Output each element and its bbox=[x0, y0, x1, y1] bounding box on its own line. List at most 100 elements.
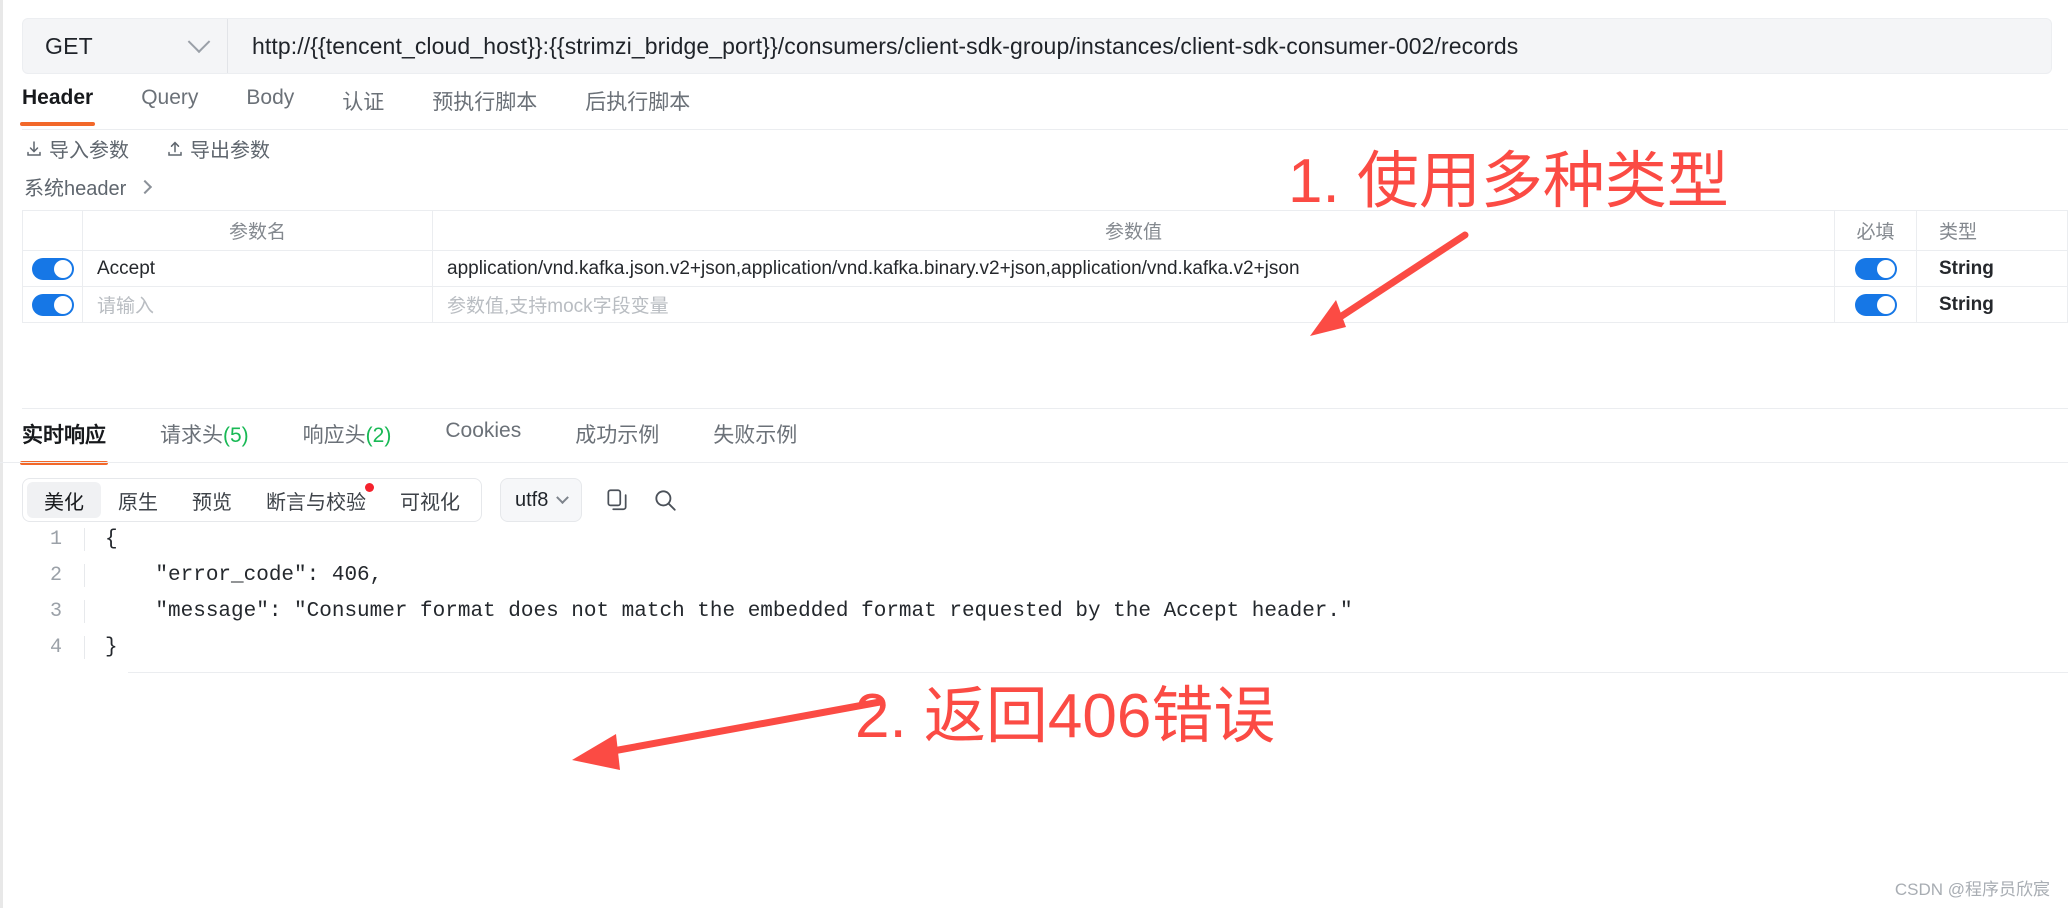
toggle-knob bbox=[1876, 295, 1895, 314]
tab-pre-script[interactable]: 预执行脚本 bbox=[432, 82, 537, 132]
response-headers-count: (2) bbox=[365, 424, 392, 447]
http-method-select[interactable]: GET bbox=[23, 19, 228, 73]
request-headers-count: (5) bbox=[223, 424, 249, 447]
tab-body[interactable]: Body bbox=[246, 82, 294, 126]
watermark-text: CSDN @程序员欣宸 bbox=[1894, 880, 2050, 899]
http-method-label: GET bbox=[45, 32, 93, 59]
param-name-input[interactable]: 请输入 bbox=[83, 287, 433, 322]
toggle-switch-on[interactable] bbox=[31, 293, 74, 316]
copy-icon bbox=[607, 489, 627, 511]
annotation-2-arrow bbox=[572, 698, 884, 770]
tab-live-response-label: 实时响应 bbox=[22, 424, 106, 447]
row-required-toggle[interactable] bbox=[1835, 287, 1917, 322]
param-actions: 导入参数 导出参数 bbox=[24, 134, 306, 163]
annotation-1-text: 1. 使用多种类型 bbox=[1288, 147, 1729, 216]
chevron-down-icon bbox=[187, 30, 211, 54]
response-tab-bar: 实时响应 请求头(5) 响应头(2) Cookies 成功示例 失败示例 bbox=[20, 415, 851, 465]
param-value-input[interactable]: 参数值,支持mock字段变量 bbox=[433, 287, 1835, 322]
param-name-value: Accept bbox=[97, 257, 156, 279]
line-number: 2 bbox=[49, 564, 62, 587]
tab-request-headers[interactable]: 请求头(5) bbox=[160, 415, 249, 465]
notification-dot-icon bbox=[365, 483, 374, 492]
response-body-viewer[interactable]: 1 { 2 "error_code": 406, 3 "message": "C… bbox=[22, 528, 2052, 678]
toggle-knob bbox=[1876, 259, 1895, 278]
line-content: "message": "Consumer format does not mat… bbox=[84, 600, 2052, 623]
tab-query[interactable]: Query bbox=[141, 82, 198, 126]
upload-icon bbox=[168, 141, 182, 156]
response-section-divider bbox=[22, 408, 2068, 409]
param-name-input[interactable]: Accept bbox=[83, 251, 433, 286]
system-header-toggle[interactable]: 系统header bbox=[24, 172, 153, 201]
row-required-toggle[interactable] bbox=[1835, 251, 1917, 286]
view-mode-group: 美化 原生 预览 断言与校验 可视化 bbox=[22, 478, 482, 522]
url-input[interactable]: http://{{tencent_cloud_host}}:{{strimzi_… bbox=[228, 19, 2051, 73]
url-bar: GET http://{{tencent_cloud_host}}:{{stri… bbox=[22, 18, 2052, 74]
view-mode-beautify[interactable]: 美化 bbox=[27, 482, 101, 518]
tab-failure-example[interactable]: 失败示例 bbox=[713, 415, 797, 465]
toggle-switch-on[interactable] bbox=[1854, 257, 1897, 280]
param-value-text: application/vnd.kafka.json.v2+json,appli… bbox=[447, 257, 1300, 279]
line-content: "error_code": 406, bbox=[84, 564, 2052, 587]
table-header-row: 参数名 参数值 必填 类型 bbox=[23, 211, 2067, 251]
request-tab-bar: Header Query Body 认证 预执行脚本 后执行脚本 bbox=[19, 82, 2052, 132]
table-row: Accept application/vnd.kafka.json.v2+jso… bbox=[23, 251, 2067, 287]
line-content: } bbox=[84, 636, 2052, 659]
export-params-label: 导出参数 bbox=[190, 140, 270, 162]
tab-response-headers-label: 响应头 bbox=[302, 424, 366, 447]
download-icon bbox=[27, 140, 41, 156]
line-number: 4 bbox=[49, 636, 62, 659]
search-button[interactable] bbox=[652, 487, 678, 513]
search-icon bbox=[655, 490, 677, 511]
encoding-select[interactable]: utf8 bbox=[500, 478, 583, 522]
toggle-knob bbox=[53, 259, 72, 278]
encoding-value: utf8 bbox=[515, 488, 549, 511]
column-required: 必填 bbox=[1835, 211, 1917, 250]
view-mode-assertion-label: 断言与校验 bbox=[266, 491, 366, 514]
import-params-button[interactable]: 导入参数 bbox=[24, 134, 129, 163]
code-line: 3 "message": "Consumer format does not m… bbox=[22, 600, 2052, 636]
copy-button[interactable] bbox=[604, 487, 630, 513]
chevron-down-icon bbox=[556, 490, 570, 504]
view-mode-assertion[interactable]: 断言与校验 bbox=[249, 482, 383, 518]
view-mode-visualize[interactable]: 可视化 bbox=[383, 482, 477, 518]
tab-cookies[interactable]: Cookies bbox=[445, 415, 521, 459]
chevron-right-icon bbox=[138, 179, 153, 194]
request-tabs-divider bbox=[22, 129, 2068, 130]
table-row: 请输入 参数值,支持mock字段变量 String bbox=[23, 287, 2067, 323]
column-param-name: 参数名 bbox=[83, 211, 433, 250]
param-value-placeholder: 参数值,支持mock字段变量 bbox=[447, 296, 669, 317]
header-param-table: 参数名 参数值 必填 类型 Accept application/vnd.kaf… bbox=[22, 210, 2068, 323]
export-params-button[interactable]: 导出参数 bbox=[165, 134, 270, 163]
row-enable-toggle[interactable] bbox=[23, 287, 83, 322]
toggle-knob bbox=[53, 295, 72, 314]
tab-post-script[interactable]: 后执行脚本 bbox=[585, 82, 690, 132]
param-type-value: String bbox=[1939, 257, 1994, 279]
tab-success-example[interactable]: 成功示例 bbox=[575, 415, 659, 465]
code-line: 2 "error_code": 406, bbox=[22, 564, 2052, 600]
line-number: 3 bbox=[49, 600, 62, 623]
param-name-placeholder: 请输入 bbox=[97, 296, 155, 317]
view-mode-preview[interactable]: 预览 bbox=[175, 482, 249, 518]
line-content: { bbox=[84, 528, 2052, 551]
annotation-2-text: 2. 返回406错误 bbox=[855, 682, 1276, 751]
import-params-label: 导入参数 bbox=[49, 140, 129, 162]
api-client-window: GET http://{{tencent_cloud_host}}:{{stri… bbox=[0, 0, 2068, 908]
left-rail-divider bbox=[0, 0, 3, 908]
toggle-switch-on[interactable] bbox=[31, 257, 74, 280]
line-number: 1 bbox=[49, 528, 62, 551]
column-enable bbox=[23, 211, 83, 250]
column-type: 类型 bbox=[1939, 222, 1978, 243]
tab-live-response[interactable]: 实时响应 bbox=[20, 415, 108, 465]
response-tabs-divider bbox=[0, 462, 2068, 463]
param-value-input[interactable]: application/vnd.kafka.json.v2+json,appli… bbox=[433, 251, 1835, 286]
code-line: 1 { bbox=[22, 528, 2052, 564]
row-enable-toggle[interactable] bbox=[23, 251, 83, 286]
param-type-value: String bbox=[1939, 293, 1994, 315]
tab-response-headers[interactable]: 响应头(2) bbox=[303, 415, 392, 465]
param-type-select[interactable]: String bbox=[1917, 287, 2067, 322]
tab-header[interactable]: Header bbox=[19, 82, 96, 126]
toggle-switch-on[interactable] bbox=[1854, 293, 1897, 316]
param-type-select[interactable]: String bbox=[1917, 251, 2067, 286]
view-mode-raw[interactable]: 原生 bbox=[101, 482, 175, 518]
tab-auth[interactable]: 认证 bbox=[342, 82, 384, 132]
